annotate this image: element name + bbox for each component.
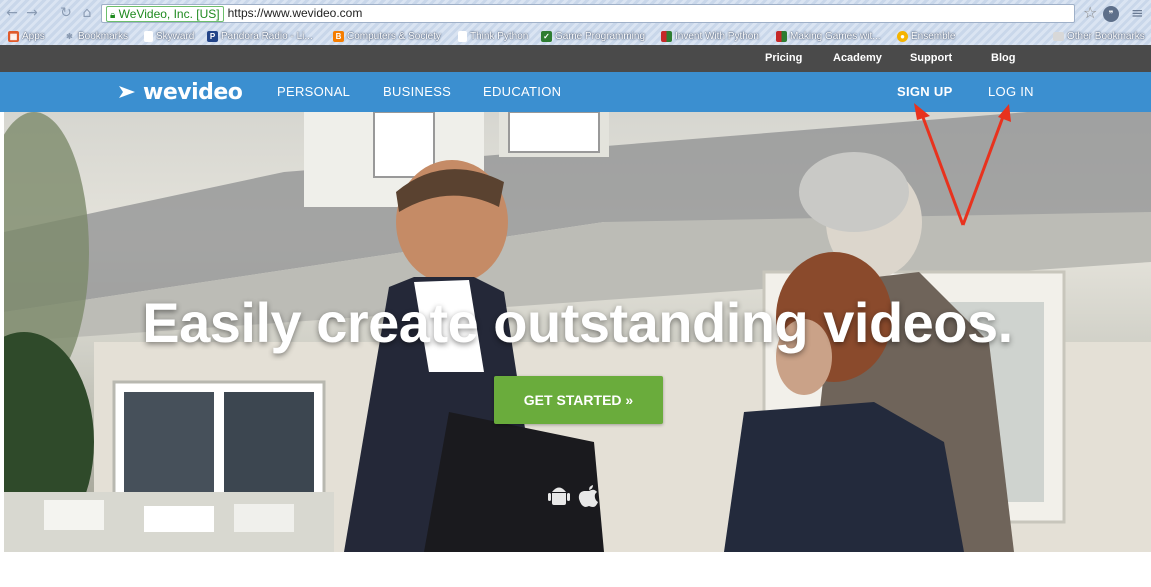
bookmark-pandora[interactable]: P Pandora Radio - Li... <box>207 28 313 45</box>
bookmark-invent-with-python[interactable]: Invent With Python <box>661 28 759 45</box>
apple-icon[interactable] <box>578 484 600 508</box>
address-bar[interactable]: 🔒︎ WeVideo, Inc. [US] https://www.wevideo… <box>101 4 1075 23</box>
pricing-link[interactable]: Pricing <box>765 45 802 72</box>
browser-chrome: ← → ↻ ⌂ 🔒︎ WeVideo, Inc. [US] https://www… <box>0 0 1151 45</box>
blog-link[interactable]: Blog <box>991 45 1015 72</box>
back-arrow-icon[interactable]: ← <box>4 5 20 21</box>
lock-icon: 🔒︎ <box>110 10 116 21</box>
bookmark-computers-society[interactable]: B Computers & Society <box>333 28 441 45</box>
get-started-button[interactable]: GET STARTED » <box>494 376 663 424</box>
bookmarks-bar: ▦ Apps ✱ Bookmarks Skyward P Pandora Radio … <box>0 28 1151 45</box>
wevideo-logo[interactable]: wevideo <box>118 79 243 105</box>
nav-education[interactable]: EDUCATION <box>483 72 561 112</box>
pandora-icon: P <box>207 31 218 42</box>
log-in-link[interactable]: LOG IN <box>988 72 1034 112</box>
logo-play-icon <box>119 86 135 98</box>
game-icon: ✓ <box>541 31 552 42</box>
url-text: https://www.wevideo.com <box>227 6 363 20</box>
bookmark-apps[interactable]: ▦ Apps <box>8 28 45 45</box>
nav-business[interactable]: BUSINESS <box>383 72 451 112</box>
bookmark-bookmarks[interactable]: ✱ Bookmarks <box>64 28 128 45</box>
address-row: ← → ↻ ⌂ 🔒︎ WeVideo, Inc. [US] https://www… <box>0 0 1151 27</box>
bookmark-skyward[interactable]: Skyward <box>144 28 194 45</box>
platform-icons <box>548 484 600 508</box>
blogger-icon: B <box>333 31 344 42</box>
page-icon <box>144 31 153 42</box>
page-icon <box>458 31 467 42</box>
bookmark-star-icon[interactable]: ☆ <box>1083 4 1097 22</box>
python-icon <box>661 31 672 42</box>
site-identity-label: WeVideo, Inc. [US] <box>118 7 220 21</box>
browser-menu-icon[interactable]: ≡ <box>1131 4 1144 22</box>
folder-icon <box>1053 32 1064 41</box>
logo-text: wevideo <box>143 79 243 105</box>
android-icon[interactable] <box>548 484 570 508</box>
main-nav: wevideo PERSONAL BUSINESS EDUCATION SIGN… <box>0 72 1151 112</box>
bookmark-ensemble[interactable]: ● Ensemble <box>897 28 955 45</box>
nav-personal[interactable]: PERSONAL <box>277 72 350 112</box>
extension-icon[interactable]: ❞ <box>1103 6 1119 22</box>
ensemble-icon: ● <box>897 31 908 42</box>
star-icon: ✱ <box>66 32 73 41</box>
hero-banner: Easily create outstanding videos. GET ST… <box>4 112 1151 552</box>
bookmark-think-python[interactable]: Think Python <box>458 28 528 45</box>
bookmark-making-games[interactable]: Making Games wit... <box>776 28 881 45</box>
reload-icon[interactable]: ↻ <box>58 5 74 21</box>
bookmark-other[interactable]: Other Bookmarks <box>1053 28 1145 45</box>
site-identity-badge[interactable]: 🔒︎ WeVideo, Inc. [US] <box>106 6 224 22</box>
bookmark-game-programming[interactable]: ✓ Game Programming <box>541 28 645 45</box>
hero-headline: Easily create outstanding videos. <box>142 291 1013 354</box>
forward-arrow-icon[interactable]: → <box>24 5 40 21</box>
python-icon <box>776 31 787 42</box>
apps-grid-icon: ▦ <box>8 31 19 42</box>
sign-up-link[interactable]: SIGN UP <box>897 72 953 112</box>
utility-bar: Pricing Academy Support Blog <box>0 45 1151 72</box>
home-icon[interactable]: ⌂ <box>79 5 95 21</box>
academy-link[interactable]: Academy <box>833 45 882 72</box>
support-link[interactable]: Support <box>910 45 952 72</box>
